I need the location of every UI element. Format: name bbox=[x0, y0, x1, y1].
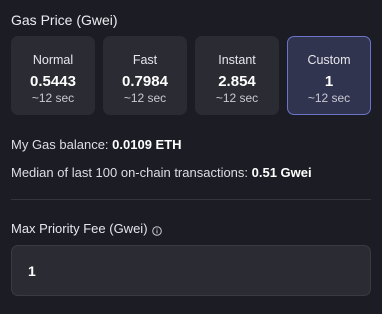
max-priority-fee-input[interactable] bbox=[11, 245, 371, 296]
gas-price-options: Normal 0.5443 ~12 sec Fast 0.7984 ~12 se… bbox=[11, 36, 371, 115]
gas-option-fast[interactable]: Fast 0.7984 ~12 sec bbox=[103, 36, 187, 115]
gas-balance-label: My Gas balance: bbox=[11, 137, 113, 152]
info-icon[interactable] bbox=[151, 224, 162, 236]
gas-option-price: 0.5443 bbox=[30, 73, 76, 90]
gas-option-time: ~12 sec bbox=[31, 91, 75, 105]
median-gas-label: Median of last 100 on-chain transactions… bbox=[11, 165, 252, 180]
gas-option-label: Custom bbox=[307, 53, 351, 67]
gas-option-custom[interactable]: Custom 1 ~12 sec bbox=[287, 36, 371, 115]
gas-balance-value: 0.0109 ETH bbox=[112, 137, 182, 152]
gas-price-title: Gas Price (Gwei) bbox=[11, 12, 118, 28]
gas-option-time: ~12 sec bbox=[123, 91, 167, 105]
gas-option-normal[interactable]: Normal 0.5443 ~12 sec bbox=[11, 36, 95, 115]
max-priority-fee-label-text: Max Priority Fee (Gwei) bbox=[11, 221, 148, 236]
gas-option-price: 2.854 bbox=[218, 73, 256, 90]
gas-option-label: Instant bbox=[218, 53, 256, 67]
median-gas-value: 0.51 Gwei bbox=[251, 165, 312, 180]
gas-option-label: Fast bbox=[132, 53, 158, 67]
gas-balance: My Gas balance: 0.0109 ETH bbox=[11, 137, 182, 152]
gas-option-label: Normal bbox=[32, 53, 74, 67]
max-priority-fee-label: Max Priority Fee (Gwei) bbox=[11, 221, 162, 236]
divider bbox=[11, 199, 371, 200]
gas-option-time: ~12 sec bbox=[215, 91, 259, 105]
median-gas: Median of last 100 on-chain transactions… bbox=[11, 165, 312, 180]
gas-option-instant[interactable]: Instant 2.854 ~12 sec bbox=[195, 36, 279, 115]
gas-option-time: ~12 sec bbox=[307, 91, 351, 105]
gas-option-price: 1 bbox=[324, 73, 334, 90]
gas-option-price: 0.7984 bbox=[122, 73, 168, 90]
